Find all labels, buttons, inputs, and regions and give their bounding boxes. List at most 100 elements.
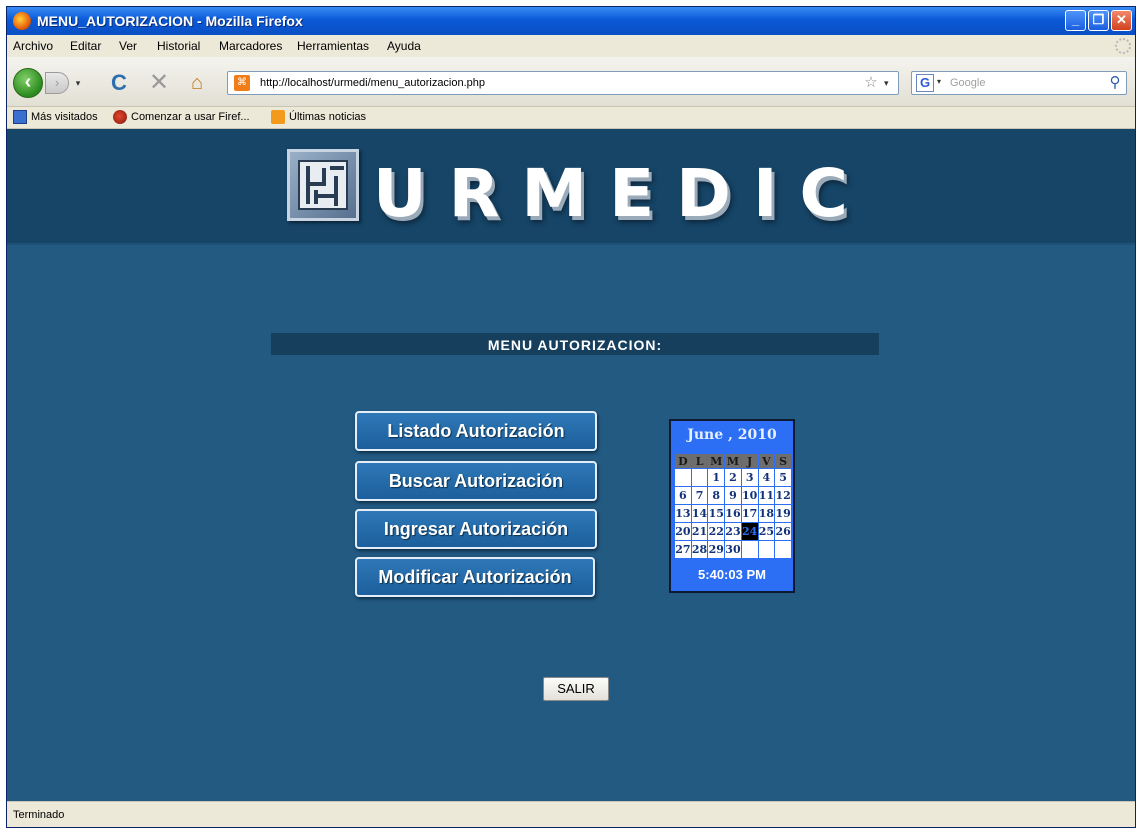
weekday-header: S [774, 453, 792, 469]
search-bar[interactable]: G ▾ Google ⚲ [911, 71, 1127, 95]
calendar-day-cell[interactable]: 18 [757, 504, 776, 523]
weekday-header: L [690, 453, 709, 469]
bookmark-label: Comenzar a usar Firef... [131, 111, 250, 123]
modificar-autorizacion-button[interactable]: Modificar Autorización [355, 557, 595, 597]
status-bar: Terminado [7, 801, 1135, 827]
menu-historial[interactable]: Historial [157, 39, 200, 53]
forward-button[interactable]: › [45, 72, 69, 94]
calendar-day-cell[interactable]: 28 [690, 540, 709, 559]
reload-icon[interactable]: C [107, 71, 131, 95]
calendar-day-cell[interactable]: 30 [724, 540, 742, 559]
firefox-icon [13, 12, 31, 30]
weekday-header: V [757, 453, 776, 469]
calendar-day-cell[interactable]: 20 [674, 522, 692, 541]
menu-ayuda[interactable]: Ayuda [387, 39, 421, 53]
menu-ver[interactable]: Ver [119, 39, 137, 53]
page-content: URMEDIC MENU AUTORIZACION: Listado Autor… [7, 129, 1135, 801]
rss-feed-icon [271, 110, 285, 124]
maze-icon [298, 160, 348, 210]
search-engine-dropdown-icon[interactable]: ▾ [937, 77, 941, 86]
url-text[interactable]: http://localhost/urmedi/menu_autorizacio… [260, 77, 485, 89]
firefox-bookmark-icon [113, 110, 127, 124]
calendar-empty-cell [757, 540, 776, 559]
calendar-day-cell[interactable]: 23 [724, 522, 742, 541]
calendar-day-cell[interactable]: 17 [740, 504, 759, 523]
calendar-day-cell[interactable]: 3 [740, 468, 759, 487]
bookmarks-toolbar: Más visitados Comenzar a usar Firef... Ú… [7, 107, 1135, 129]
search-engine-icon[interactable]: G [916, 74, 934, 92]
menu-title-bar: MENU AUTORIZACION: [271, 333, 879, 355]
calendar-grid: D L M M J V S 1 2 3 4 5 6 7 8 9 10 11 12 13 14 15 16 17 1… [674, 453, 792, 559]
maximize-button[interactable]: ❐ [1088, 10, 1109, 31]
calendar-day-cell[interactable]: 24 [740, 522, 759, 541]
listado-autorizacion-button[interactable]: Listado Autorización [355, 411, 597, 451]
calendar-clock: 5:40:03 PM [698, 567, 766, 582]
calendar-days: 1 2 3 4 5 6 7 8 9 10 11 12 13 14 15 16 17 18 19 20 21 22 23 24 2… [674, 468, 792, 559]
calendar-week-row: 20 21 22 23 24 25 26 [674, 522, 792, 541]
calendar-day-cell[interactable]: 27 [674, 540, 692, 559]
calendar-day-cell[interactable]: 13 [674, 504, 692, 523]
title-bar: MENU_AUTORIZACION - Mozilla Firefox _ ❐ … [7, 7, 1135, 35]
calendar-day-cell[interactable]: 11 [757, 486, 776, 505]
calendar-day-cell[interactable]: 25 [757, 522, 776, 541]
back-button[interactable]: ‹ [13, 68, 43, 98]
calendar-week-row: 13 14 15 16 17 18 19 [674, 504, 792, 523]
calendar-day-cell[interactable]: 7 [690, 486, 709, 505]
calendar-day-cell[interactable]: 1 [707, 468, 726, 487]
bookmark-label: Últimas noticias [289, 111, 367, 123]
calendar-month-title: June , 2010 [687, 427, 777, 443]
weekday-header: M [724, 453, 742, 469]
menu-marcadores[interactable]: Marcadores [219, 39, 282, 53]
calendar-day-cell[interactable]: 4 [757, 468, 776, 487]
buscar-autorizacion-button[interactable]: Buscar Autorización [355, 461, 597, 501]
history-dropdown-icon[interactable]: ▾ [73, 77, 83, 89]
calendar-day-cell[interactable]: 21 [690, 522, 709, 541]
url-dropdown-icon[interactable]: ▾ [884, 76, 894, 90]
calendar-week-row: 6 7 8 9 10 11 12 [674, 486, 792, 505]
calendar-empty-cell [674, 468, 692, 487]
urmedic-logo-icon [287, 149, 359, 221]
calendar-day-cell[interactable]: 29 [707, 540, 726, 559]
salir-button[interactable]: SALIR [543, 677, 609, 701]
bookmark-label: Más visitados [31, 111, 98, 123]
address-bar[interactable]: ⌘ http://localhost/urmedi/menu_autorizac… [227, 71, 899, 95]
site-header: URMEDIC [7, 129, 1135, 245]
weekday-header: D [674, 453, 692, 469]
calendar-day-cell[interactable]: 26 [774, 522, 792, 541]
site-favicon-icon: ⌘ [234, 75, 250, 91]
calendar-day-cell[interactable]: 10 [740, 486, 759, 505]
bookmark-mas-visitados[interactable]: Más visitados [13, 110, 98, 126]
menu-editar[interactable]: Editar [70, 39, 101, 53]
folder-icon [13, 110, 27, 124]
weekday-header: M [707, 453, 726, 469]
logo-text: URMEDIC [373, 155, 870, 232]
bookmark-star-icon[interactable]: ☆ [862, 74, 880, 92]
calendar-day-cell[interactable]: 6 [674, 486, 692, 505]
calendar-day-cell[interactable]: 14 [690, 504, 709, 523]
calendar-day-cell[interactable]: 2 [724, 468, 742, 487]
calendar-day-cell[interactable]: 9 [724, 486, 742, 505]
menu-archivo[interactable]: Archivo [13, 39, 53, 53]
calendar-day-cell[interactable]: 16 [724, 504, 742, 523]
home-icon[interactable]: ⌂ [185, 71, 209, 95]
navigation-toolbar: ‹ › ▾ C ✕ ⌂ ⌘ http://localhost/urmedi/me… [7, 57, 1135, 107]
browser-window: MENU_AUTORIZACION - Mozilla Firefox _ ❐ … [6, 6, 1136, 828]
calendar-day-cell[interactable]: 5 [774, 468, 792, 487]
page-title: MENU AUTORIZACION: [487, 337, 663, 353]
weekday-header: J [740, 453, 759, 469]
calendar-day-cell[interactable]: 15 [707, 504, 726, 523]
bookmark-ultimas-noticias[interactable]: Últimas noticias [271, 110, 366, 126]
calendar-week-row: 27 28 29 30 [674, 540, 792, 559]
stop-icon[interactable]: ✕ [147, 71, 171, 95]
close-button[interactable]: ✕ [1111, 10, 1132, 31]
search-go-icon[interactable]: ⚲ [1106, 73, 1124, 93]
minimize-button[interactable]: _ [1065, 10, 1086, 31]
calendar-day-cell[interactable]: 12 [774, 486, 792, 505]
calendar-day-cell[interactable]: 22 [707, 522, 726, 541]
bookmark-comenzar[interactable]: Comenzar a usar Firef... [113, 110, 250, 126]
search-input[interactable]: Google [950, 77, 985, 89]
menu-herramientas[interactable]: Herramientas [297, 39, 369, 53]
calendar-day-cell[interactable]: 19 [774, 504, 792, 523]
calendar-day-cell[interactable]: 8 [707, 486, 726, 505]
ingresar-autorizacion-button[interactable]: Ingresar Autorización [355, 509, 597, 549]
